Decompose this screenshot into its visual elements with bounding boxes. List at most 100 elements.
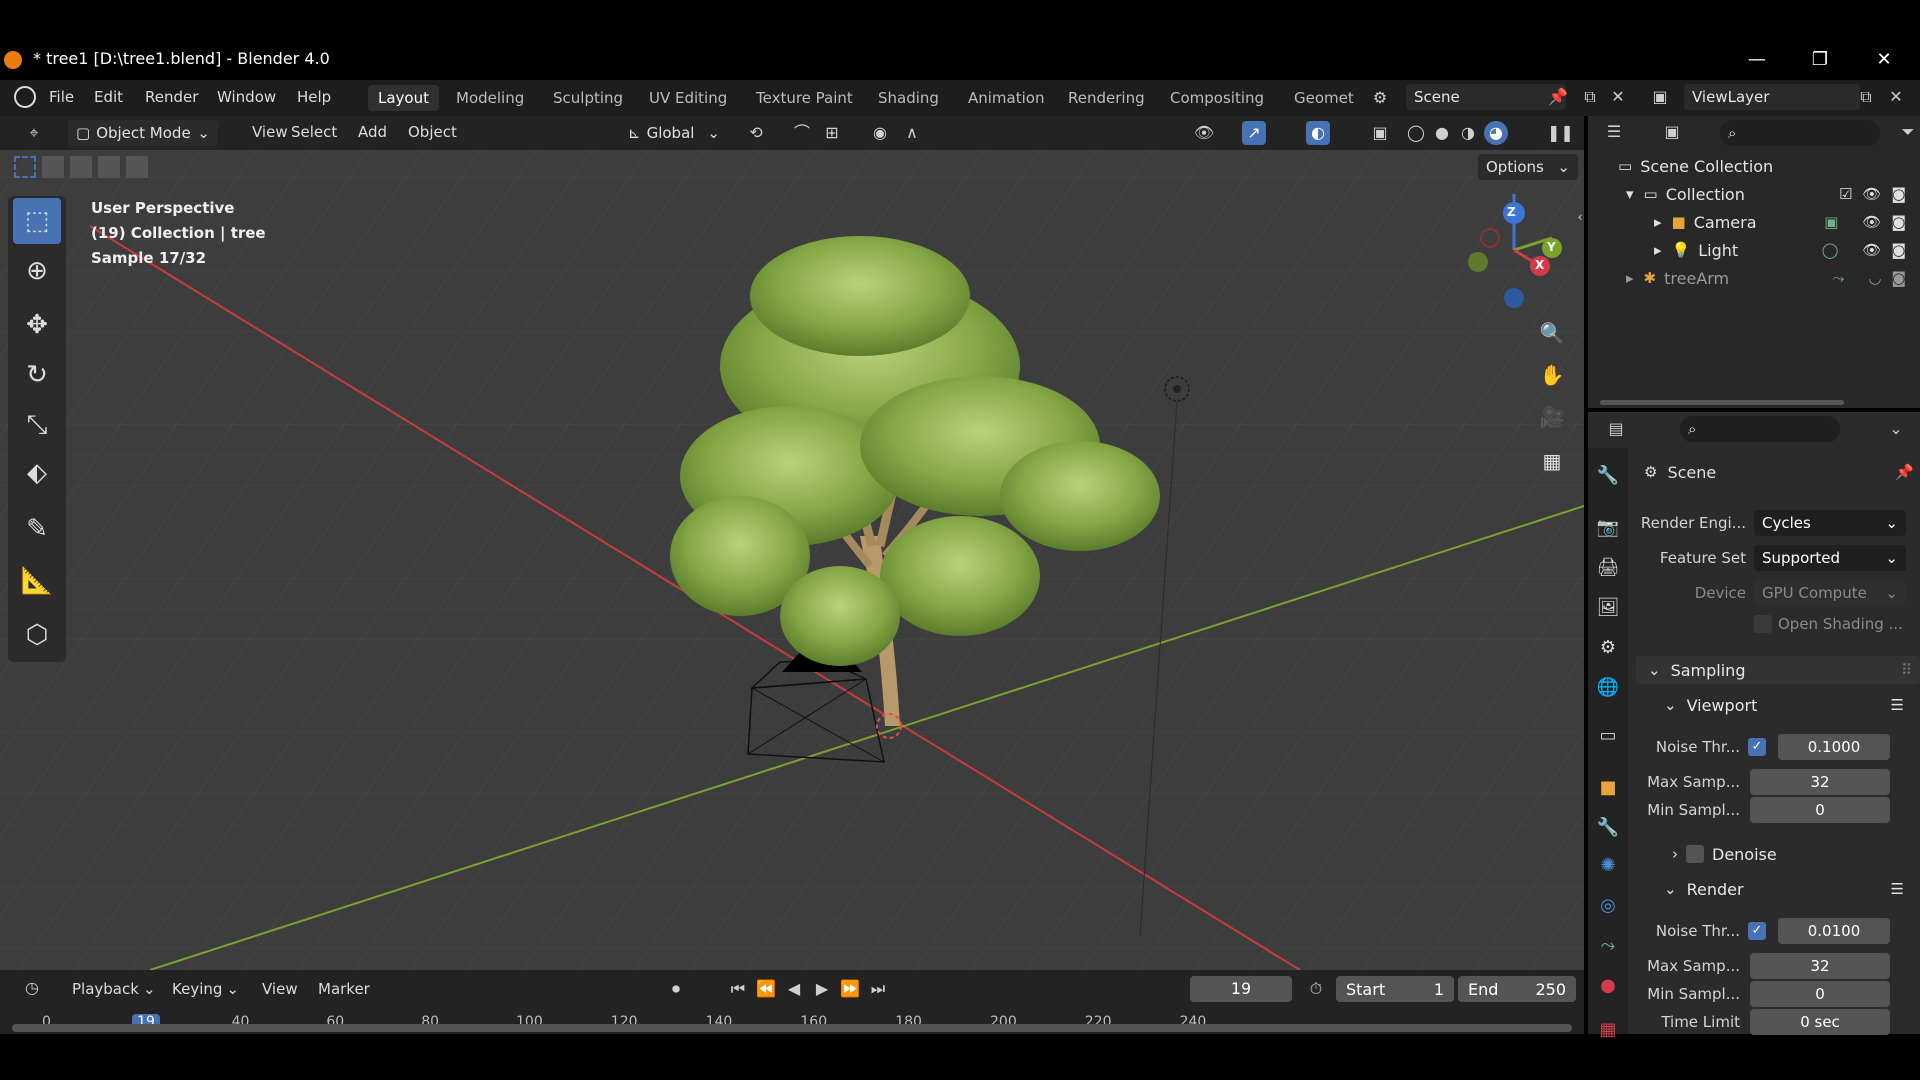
minimize-button[interactable]: —	[1745, 48, 1769, 72]
ortho-grid-icon[interactable]: ▦	[1537, 446, 1567, 476]
tab-texture-paint[interactable]: Texture Paint	[746, 85, 863, 111]
select-box-icon[interactable]: ⬚	[13, 198, 61, 244]
move-icon[interactable]: ✥	[13, 302, 61, 348]
rendered-shading-icon[interactable]: ◕	[1484, 121, 1508, 145]
tab-modeling[interactable]: Modeling	[446, 85, 534, 111]
tab-animation[interactable]: Animation	[958, 85, 1054, 111]
object-tab-icon[interactable]: ■	[1594, 774, 1622, 802]
pin-icon[interactable]: 📌	[1895, 463, 1914, 481]
r-noise-field[interactable]: 0.0100	[1778, 918, 1890, 944]
clock-editor-icon[interactable]: ◷	[20, 976, 44, 1000]
eye-icon[interactable]: 👁	[1862, 241, 1881, 259]
proportional-editing-icon[interactable]: ◉	[868, 121, 892, 145]
drag-handle-icon[interactable]: ⠿	[1901, 661, 1912, 679]
zoom-icon[interactable]: 🔍	[1537, 318, 1567, 348]
close-button[interactable]: ✕	[1872, 48, 1896, 72]
eye-hidden-icon[interactable]: ◡	[1868, 269, 1881, 287]
add-cube-icon[interactable]: ⬡	[13, 612, 61, 658]
menu-edit[interactable]: Edit	[88, 85, 129, 109]
select-extend-icon[interactable]	[42, 156, 64, 178]
jump-end-icon[interactable]: ⏭	[866, 977, 890, 1001]
material-tab-icon[interactable]: ●	[1594, 972, 1622, 1000]
view-layer-tab-icon[interactable]: 🖼	[1594, 594, 1622, 622]
tab-sculpting[interactable]: Sculpting	[543, 85, 633, 111]
delete-view-layer-icon[interactable]: ✕	[1884, 85, 1908, 109]
timeline-scrollbar[interactable]	[12, 1024, 1572, 1032]
feature-set-dropdown[interactable]: Supported ⌄	[1754, 545, 1906, 571]
pause-render-icon[interactable]: ❚❚	[1547, 121, 1574, 145]
annotate-icon[interactable]: ✎	[13, 506, 61, 552]
viewport-menu-add[interactable]: Add	[352, 121, 393, 143]
preview-range-icon[interactable]: ⏱	[1304, 977, 1328, 1001]
timeline-view-menu[interactable]: View	[256, 978, 304, 1000]
tab-shading[interactable]: Shading	[868, 85, 949, 111]
output-tab-icon[interactable]: 🖨	[1594, 554, 1622, 582]
outliner-scene-collection[interactable]: ▭ Scene Collection	[1588, 152, 1920, 180]
r-noise-checkbox[interactable]: ✓	[1748, 922, 1766, 940]
outliner-item-treearm[interactable]: ▸ ✱ treeArm ⤳ ◡ ◙	[1588, 264, 1920, 292]
r-max-field[interactable]: 32	[1750, 953, 1890, 979]
world-tab-icon[interactable]: 🌐	[1594, 674, 1622, 702]
select-intersect-icon[interactable]	[126, 156, 148, 178]
menu-window[interactable]: Window	[211, 85, 282, 109]
filter-icon[interactable]: ⏷	[1896, 120, 1920, 144]
falloff-icon[interactable]: ∧	[900, 121, 924, 145]
timeline-playback-menu[interactable]: Playback ⌄	[66, 978, 162, 1000]
sampling-panel-header[interactable]: ⌄ Sampling ⠿	[1636, 656, 1920, 684]
timeline-keying-menu[interactable]: Keying ⌄	[166, 978, 245, 1000]
editor-type-icon[interactable]: ⌖	[22, 121, 46, 145]
outliner-item-camera[interactable]: ▸ ■ Camera ▣ 👁 ◙	[1588, 208, 1920, 236]
mode-selector[interactable]: ▢ Object Mode ⌄	[68, 120, 218, 146]
new-view-layer-icon[interactable]: ⧉	[1854, 85, 1878, 109]
scene-name-field[interactable]: Scene	[1406, 84, 1566, 110]
3d-viewport[interactable]	[0, 116, 1584, 970]
denoise-checkbox[interactable]	[1686, 845, 1704, 863]
properties-editor-icon[interactable]: ▤	[1604, 417, 1628, 441]
menu-file[interactable]: File	[43, 85, 80, 109]
render-tab-icon[interactable]: 📷	[1594, 514, 1622, 542]
tab-geometry-nodes[interactable]: Geomet	[1284, 85, 1364, 111]
gizmo-toggle-icon[interactable]: ↗	[1242, 121, 1266, 145]
jump-start-icon[interactable]: ⏮	[726, 977, 750, 1001]
visibility-icon[interactable]: 👁	[1192, 121, 1216, 145]
scene-selector-icon[interactable]: ⚙	[1368, 86, 1392, 110]
vp-noise-checkbox[interactable]: ✓	[1748, 738, 1766, 756]
presets-list-icon[interactable]: ☰	[1891, 880, 1904, 898]
object-data-tab-icon[interactable]: ⤳	[1594, 932, 1622, 960]
vp-min-field[interactable]: 0	[1750, 797, 1890, 823]
viewport-menu-object[interactable]: Object	[402, 121, 463, 143]
snap-icon[interactable]: ⌒	[790, 121, 814, 145]
pan-hand-icon[interactable]: ✋	[1537, 360, 1567, 390]
outliner-item-light[interactable]: ▸ 💡 Light ◯ 👁 ◙	[1588, 236, 1920, 264]
chevron-down-icon[interactable]: ⌄	[1884, 417, 1908, 441]
prev-keyframe-icon[interactable]: ⏪	[754, 977, 778, 1001]
measure-icon[interactable]: 📐	[13, 558, 61, 604]
properties-search-input[interactable]: ⌕	[1680, 416, 1840, 442]
transform-icon[interactable]: ⬖	[13, 450, 61, 496]
camera-render-icon[interactable]: ◙	[1891, 241, 1906, 259]
tab-layout[interactable]: Layout	[368, 85, 439, 111]
render-engine-dropdown[interactable]: Cycles ⌄	[1754, 510, 1906, 536]
time-limit-field[interactable]: 0 sec	[1750, 1009, 1890, 1035]
solid-shading-icon[interactable]: ●	[1430, 121, 1454, 145]
denoise-subpanel-header[interactable]: › Denoise	[1636, 840, 1920, 868]
camera-render-icon[interactable]: ◙	[1891, 185, 1906, 203]
vp-noise-field[interactable]: 0.1000	[1778, 734, 1890, 760]
pin-icon[interactable]: 📌	[1546, 85, 1570, 109]
vp-max-field[interactable]: 32	[1750, 769, 1890, 795]
scale-icon[interactable]: ⤡	[13, 402, 61, 448]
tab-uv-editing[interactable]: UV Editing	[639, 85, 737, 111]
select-subtract-icon[interactable]	[70, 156, 92, 178]
timeline-marker-menu[interactable]: Marker	[312, 978, 376, 1000]
next-keyframe-icon[interactable]: ⏩	[838, 977, 862, 1001]
transform-orientation-selector[interactable]: ⊾ Global ⌄	[620, 120, 728, 146]
viewport-subpanel-header[interactable]: ⌄ Viewport ☰	[1636, 691, 1920, 719]
snap-target-icon[interactable]: ⊞	[820, 121, 844, 145]
select-new-icon[interactable]	[14, 156, 36, 178]
exclude-checkbox-icon[interactable]: ☑	[1839, 185, 1852, 203]
rotate-icon[interactable]: ↻	[13, 352, 61, 398]
options-dropdown[interactable]: Options ⌄	[1478, 154, 1578, 180]
render-subpanel-header[interactable]: ⌄ Render ☰	[1636, 875, 1920, 903]
material-shading-icon[interactable]: ◑	[1456, 121, 1480, 145]
play-icon[interactable]: ▶	[810, 977, 834, 1001]
